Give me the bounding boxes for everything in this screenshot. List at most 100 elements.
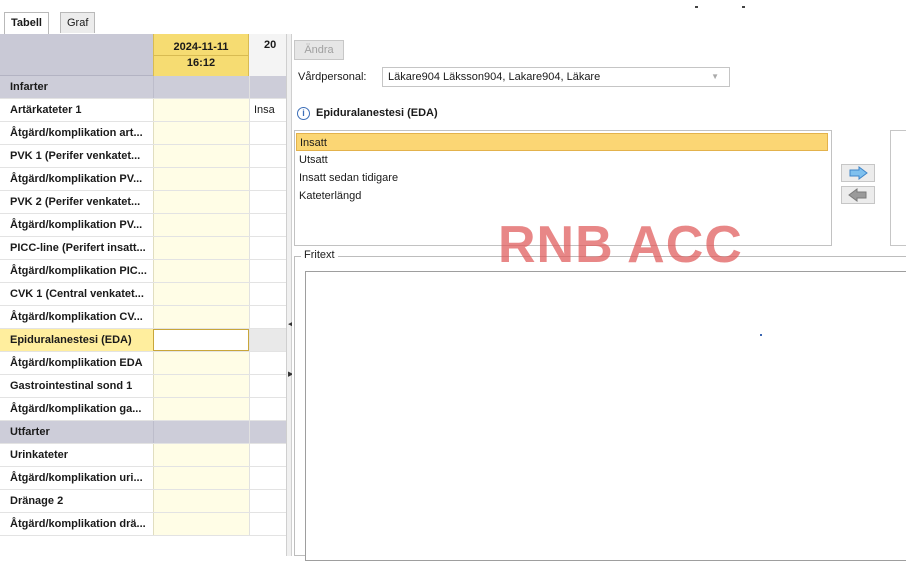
- cell-current[interactable]: [153, 191, 249, 213]
- cell-current[interactable]: [153, 513, 249, 535]
- row-label: Dränage 2: [10, 495, 64, 507]
- move-left-button[interactable]: [841, 186, 875, 204]
- column-header-next[interactable]: 20: [249, 34, 286, 76]
- table-row[interactable]: Åtgärd/komplikation art...: [0, 122, 286, 145]
- row-label: PVK 1 (Perifer venkatet...: [10, 150, 141, 162]
- cell-next[interactable]: [249, 421, 286, 443]
- table-row[interactable]: PVK 2 (Perifer venkatet...: [0, 191, 286, 214]
- option-insatt[interactable]: Insatt: [296, 133, 828, 151]
- cell-next[interactable]: [249, 214, 286, 236]
- cell-current[interactable]: [153, 99, 249, 121]
- tab-graf[interactable]: Graf: [60, 12, 96, 33]
- table-row[interactable]: Åtgärd/komplikation PV...: [0, 214, 286, 237]
- table-row[interactable]: CVK 1 (Central venkatet...: [0, 283, 286, 306]
- table-row[interactable]: Dränage 2: [0, 490, 286, 513]
- table-header: 2024-11-11 16:12 20: [0, 34, 286, 76]
- cursor-dot: [760, 334, 762, 336]
- option-kateterlangd[interactable]: Kateterlängd: [296, 187, 828, 205]
- cell-next[interactable]: [249, 145, 286, 167]
- cell-next[interactable]: [249, 191, 286, 213]
- option-insatt-sedan-tidigare[interactable]: Insatt sedan tidigare: [296, 169, 828, 187]
- cell-current[interactable]: [153, 76, 249, 98]
- cell-next[interactable]: [249, 237, 286, 259]
- cell-current[interactable]: [153, 467, 249, 489]
- table-row[interactable]: Åtgärd/komplikation PV...: [0, 168, 286, 191]
- table-row[interactable]: Åtgärd/komplikation drä...: [0, 513, 286, 536]
- cell-current[interactable]: [153, 260, 249, 282]
- fritext-textarea[interactable]: [305, 271, 906, 561]
- cell-next[interactable]: [249, 352, 286, 374]
- cell-current[interactable]: [153, 237, 249, 259]
- table-row[interactable]: Artärkateter 1 Insa: [0, 99, 286, 122]
- row-label: PVK 2 (Perifer venkatet...: [10, 196, 141, 208]
- row-label: Åtgärd/komplikation art...: [10, 127, 143, 139]
- cell-current[interactable]: [153, 168, 249, 190]
- cell-current[interactable]: [153, 490, 249, 512]
- table-row[interactable]: PVK 1 (Perifer venkatet...: [0, 145, 286, 168]
- row-label: Åtgärd/komplikation EDA: [10, 357, 143, 369]
- table-row[interactable]: Urinkateter: [0, 444, 286, 467]
- cell-current[interactable]: [153, 421, 249, 443]
- table-row[interactable]: Åtgärd/komplikation PIC...: [0, 260, 286, 283]
- row-label: Åtgärd/komplikation uri...: [10, 472, 143, 484]
- tab-tabell[interactable]: Tabell: [4, 12, 49, 34]
- table-row[interactable]: Gastrointestinal sond 1: [0, 375, 286, 398]
- cell-current[interactable]: [153, 214, 249, 236]
- cell-current[interactable]: [153, 145, 249, 167]
- option-utsatt[interactable]: Utsatt: [296, 151, 828, 169]
- row-label: Åtgärd/komplikation PV...: [10, 219, 143, 231]
- cell-next[interactable]: [249, 398, 286, 420]
- move-right-button[interactable]: [841, 164, 875, 182]
- cell-next[interactable]: [249, 467, 286, 489]
- cell-current[interactable]: [153, 329, 249, 351]
- table-row[interactable]: Åtgärd/komplikation EDA: [0, 352, 286, 375]
- cell-next[interactable]: [249, 283, 286, 305]
- cell-next[interactable]: [249, 306, 286, 328]
- column-date: 2024-11-11: [173, 41, 229, 53]
- fritext-label: Fritext: [301, 249, 338, 261]
- cell-current[interactable]: [153, 444, 249, 466]
- cell-next[interactable]: [249, 490, 286, 512]
- vardpersonal-select[interactable]: Läkare904 Läksson904, Lakare904, Läkare …: [382, 67, 730, 87]
- fritext-group: Fritext: [294, 249, 906, 561]
- cell-next[interactable]: [249, 168, 286, 190]
- cell-current[interactable]: [153, 122, 249, 144]
- cell-next[interactable]: [249, 76, 286, 98]
- row-label: Urinkateter: [10, 449, 69, 461]
- table-row[interactable]: Åtgärd/komplikation ga...: [0, 398, 286, 421]
- table-section-header: Utfarter: [0, 421, 286, 444]
- andra-button[interactable]: Ändra: [294, 40, 344, 60]
- row-label: Epiduralanestesi (EDA): [0, 329, 153, 351]
- chevron-down-icon: ▼: [711, 72, 719, 81]
- cell-next[interactable]: [249, 444, 286, 466]
- cell-current[interactable]: [153, 283, 249, 305]
- row-label: Infarter: [10, 81, 48, 93]
- cell-current[interactable]: [153, 375, 249, 397]
- row-label: Åtgärd/komplikation PV...: [10, 173, 143, 185]
- table-row[interactable]: Epiduralanestesi (EDA): [0, 329, 286, 352]
- vardpersonal-value: Läkare904 Läksson904, Lakare904, Läkare: [388, 71, 601, 83]
- table-row[interactable]: Åtgärd/komplikation CV...: [0, 306, 286, 329]
- vardpersonal-label: Vårdpersonal:: [298, 71, 367, 83]
- info-icon[interactable]: i: [297, 107, 310, 120]
- cell-next[interactable]: [249, 513, 286, 535]
- cell-next[interactable]: [249, 329, 286, 351]
- table-section-header: Infarter: [0, 76, 286, 99]
- cell-current[interactable]: [153, 306, 249, 328]
- row-label: Åtgärd/komplikation PIC...: [10, 265, 147, 277]
- cell-current[interactable]: [153, 398, 249, 420]
- detail-panel: Ändra Vårdpersonal: Läkare904 Läksson904…: [292, 34, 906, 561]
- arrow-right-icon: [849, 166, 868, 180]
- table-row[interactable]: Åtgärd/komplikation uri...: [0, 467, 286, 490]
- selected-values-box[interactable]: [890, 130, 906, 246]
- cell-current[interactable]: [153, 352, 249, 374]
- cell-next[interactable]: [249, 375, 286, 397]
- table-row[interactable]: PICC-line (Perifert insatt...: [0, 237, 286, 260]
- cell-next[interactable]: [249, 260, 286, 282]
- environment-watermark: RNB ACC: [498, 216, 743, 274]
- cell-next[interactable]: [249, 122, 286, 144]
- arrow-left-icon: [848, 188, 867, 202]
- section-title-eda: Epiduralanestesi (EDA): [316, 107, 438, 119]
- toolbar-mark: [742, 6, 745, 8]
- cell-next[interactable]: Insa: [249, 99, 286, 121]
